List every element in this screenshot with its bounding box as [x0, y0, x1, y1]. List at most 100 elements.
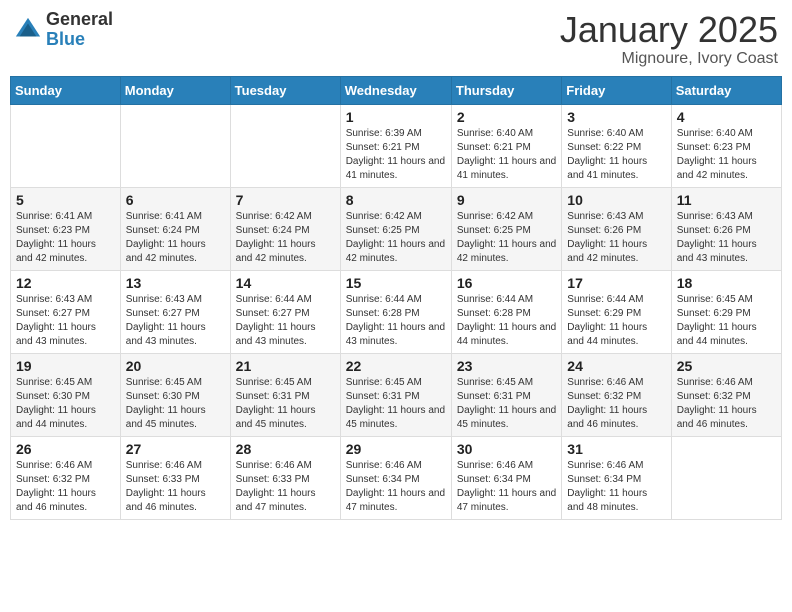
weekday-header-tuesday: Tuesday [230, 76, 340, 104]
day-info: Sunrise: 6:42 AMSunset: 6:24 PMDaylight:… [236, 210, 335, 266]
day-number: 12 [16, 275, 115, 291]
location-title: Mignoure, Ivory Coast [560, 50, 778, 68]
day-info: Sunrise: 6:40 AMSunset: 6:22 PMDaylight:… [567, 127, 665, 183]
calendar-cell: 23 Sunrise: 6:45 AMSunset: 6:31 PMDayligh… [451, 353, 561, 436]
day-number: 18 [677, 275, 776, 291]
day-number: 7 [236, 192, 335, 208]
calendar-cell: 8Sunrise: 6:42 AMSunset: 6:25 PMDaylight… [340, 187, 451, 270]
day-number: 3 [567, 109, 665, 125]
calendar-cell: 20 Sunrise: 6:45 AMSunset: 6:30 PMDayligh… [120, 353, 230, 436]
logo-blue-text: Blue [46, 30, 113, 50]
calendar-cell: 9 Sunrise: 6:42 AMSunset: 6:25 PMDaylight… [451, 187, 561, 270]
day-info: Sunrise: 6:45 AMSunset: 6:31 PMDaylight:… [236, 376, 335, 432]
calendar-cell: 24Sunrise: 6:46 AMSunset: 6:32 PMDayligh… [562, 353, 671, 436]
calendar-cell: 29 Sunrise: 6:46 AMSunset: 6:34 PMDayligh… [340, 436, 451, 519]
day-number: 23 [457, 358, 556, 374]
day-info: Sunrise: 6:46 AMSunset: 6:34 PMDaylight:… [567, 459, 665, 515]
calendar-cell [120, 104, 230, 187]
logo: General Blue [14, 10, 113, 50]
day-info: Sunrise: 6:45 AMSunset: 6:30 PMDaylight:… [126, 376, 225, 432]
weekday-header-wednesday: Wednesday [340, 76, 451, 104]
logo-general-text: General [46, 10, 113, 30]
weekday-header-row: SundayMondayTuesdayWednesdayThursdayFrid… [11, 76, 782, 104]
day-number: 17 [567, 275, 665, 291]
day-info: Sunrise: 6:46 AMSunset: 6:34 PMDaylight:… [346, 459, 446, 515]
day-number: 15 [346, 275, 446, 291]
calendar-cell: 13Sunrise: 6:43 AMSunset: 6:27 PMDayligh… [120, 270, 230, 353]
calendar-cell [671, 436, 781, 519]
calendar-cell: 30 Sunrise: 6:46 AMSunset: 6:34 PMDayligh… [451, 436, 561, 519]
day-number: 19 [16, 358, 115, 374]
day-info: Sunrise: 6:45 AMSunset: 6:29 PMDaylight:… [677, 293, 776, 349]
day-info: Sunrise: 6:40 AMSunset: 6:21 PMDaylight:… [457, 127, 556, 183]
calendar-cell: 19 Sunrise: 6:45 AMSunset: 6:30 PMDayligh… [11, 353, 121, 436]
calendar-cell: 10 Sunrise: 6:43 AMSunset: 6:26 PMDayligh… [562, 187, 671, 270]
calendar-cell: 7 Sunrise: 6:42 AMSunset: 6:24 PMDaylight… [230, 187, 340, 270]
calendar-cell: 12 Sunrise: 6:43 AMSunset: 6:27 PMDayligh… [11, 270, 121, 353]
day-info: Sunrise: 6:46 AMSunset: 6:33 PMDaylight:… [236, 459, 335, 515]
day-info: Sunrise: 6:42 AMSunset: 6:25 PMDaylight:… [346, 210, 446, 266]
day-info: Sunrise: 6:45 AMSunset: 6:31 PMDaylight:… [346, 376, 446, 432]
day-info: Sunrise: 6:46 AMSunset: 6:33 PMDaylight:… [126, 459, 225, 515]
day-number: 26 [16, 441, 115, 457]
calendar-week-row-1: 1 Sunrise: 6:39 AMSunset: 6:21 PMDaylight… [11, 104, 782, 187]
calendar-cell: 16Sunrise: 6:44 AMSunset: 6:28 PMDayligh… [451, 270, 561, 353]
day-number: 30 [457, 441, 556, 457]
day-info: Sunrise: 6:43 AMSunset: 6:26 PMDaylight:… [567, 210, 665, 266]
day-info: Sunrise: 6:39 AMSunset: 6:21 PMDaylight:… [346, 127, 446, 183]
day-number: 2 [457, 109, 556, 125]
day-number: 10 [567, 192, 665, 208]
day-number: 14 [236, 275, 335, 291]
calendar-cell: 1 Sunrise: 6:39 AMSunset: 6:21 PMDaylight… [340, 104, 451, 187]
calendar-cell: 15 Sunrise: 6:44 AMSunset: 6:28 PMDayligh… [340, 270, 451, 353]
day-number: 9 [457, 192, 556, 208]
day-info: Sunrise: 6:44 AMSunset: 6:28 PMDaylight:… [346, 293, 446, 349]
page-header: General Blue January 2025 Mignoure, Ivor… [10, 10, 782, 68]
day-info: Sunrise: 6:42 AMSunset: 6:25 PMDaylight:… [457, 210, 556, 266]
logo-text: General Blue [46, 10, 113, 50]
calendar-cell: 11Sunrise: 6:43 AMSunset: 6:26 PMDayligh… [671, 187, 781, 270]
weekday-header-monday: Monday [120, 76, 230, 104]
calendar-cell: 17 Sunrise: 6:44 AMSunset: 6:29 PMDayligh… [562, 270, 671, 353]
day-number: 1 [346, 109, 446, 125]
calendar-cell [11, 104, 121, 187]
weekday-header-friday: Friday [562, 76, 671, 104]
calendar-cell: 25Sunrise: 6:46 AMSunset: 6:32 PMDayligh… [671, 353, 781, 436]
calendar-week-row-4: 19 Sunrise: 6:45 AMSunset: 6:30 PMDayligh… [11, 353, 782, 436]
logo-icon [14, 16, 42, 44]
day-number: 13 [126, 275, 225, 291]
calendar-cell: 31 Sunrise: 6:46 AMSunset: 6:34 PMDayligh… [562, 436, 671, 519]
calendar-cell: 6 Sunrise: 6:41 AMSunset: 6:24 PMDaylight… [120, 187, 230, 270]
day-info: Sunrise: 6:40 AMSunset: 6:23 PMDaylight:… [677, 127, 776, 183]
calendar-cell: 5 Sunrise: 6:41 AMSunset: 6:23 PMDaylight… [11, 187, 121, 270]
day-number: 6 [126, 192, 225, 208]
calendar-cell: 2 Sunrise: 6:40 AMSunset: 6:21 PMDaylight… [451, 104, 561, 187]
day-info: Sunrise: 6:41 AMSunset: 6:23 PMDaylight:… [16, 210, 115, 266]
day-number: 24 [567, 358, 665, 374]
day-info: Sunrise: 6:43 AMSunset: 6:26 PMDaylight:… [677, 210, 776, 266]
day-number: 27 [126, 441, 225, 457]
day-number: 16 [457, 275, 556, 291]
day-number: 31 [567, 441, 665, 457]
calendar-cell: 3 Sunrise: 6:40 AMSunset: 6:22 PMDaylight… [562, 104, 671, 187]
day-info: Sunrise: 6:44 AMSunset: 6:29 PMDaylight:… [567, 293, 665, 349]
weekday-header-sunday: Sunday [11, 76, 121, 104]
month-title: January 2025 [560, 10, 778, 50]
day-number: 29 [346, 441, 446, 457]
day-info: Sunrise: 6:46 AMSunset: 6:32 PMDaylight:… [677, 376, 776, 432]
day-number: 22 [346, 358, 446, 374]
calendar-week-row-5: 26Sunrise: 6:46 AMSunset: 6:32 PMDayligh… [11, 436, 782, 519]
day-info: Sunrise: 6:41 AMSunset: 6:24 PMDaylight:… [126, 210, 225, 266]
day-number: 4 [677, 109, 776, 125]
day-info: Sunrise: 6:45 AMSunset: 6:31 PMDaylight:… [457, 376, 556, 432]
day-number: 20 [126, 358, 225, 374]
day-info: Sunrise: 6:46 AMSunset: 6:34 PMDaylight:… [457, 459, 556, 515]
calendar-cell: 18 Sunrise: 6:45 AMSunset: 6:29 PMDayligh… [671, 270, 781, 353]
weekday-header-thursday: Thursday [451, 76, 561, 104]
day-info: Sunrise: 6:43 AMSunset: 6:27 PMDaylight:… [16, 293, 115, 349]
day-number: 28 [236, 441, 335, 457]
calendar-cell: 27 Sunrise: 6:46 AMSunset: 6:33 PMDayligh… [120, 436, 230, 519]
day-info: Sunrise: 6:45 AMSunset: 6:30 PMDaylight:… [16, 376, 115, 432]
day-number: 5 [16, 192, 115, 208]
calendar-cell: 28 Sunrise: 6:46 AMSunset: 6:33 PMDayligh… [230, 436, 340, 519]
